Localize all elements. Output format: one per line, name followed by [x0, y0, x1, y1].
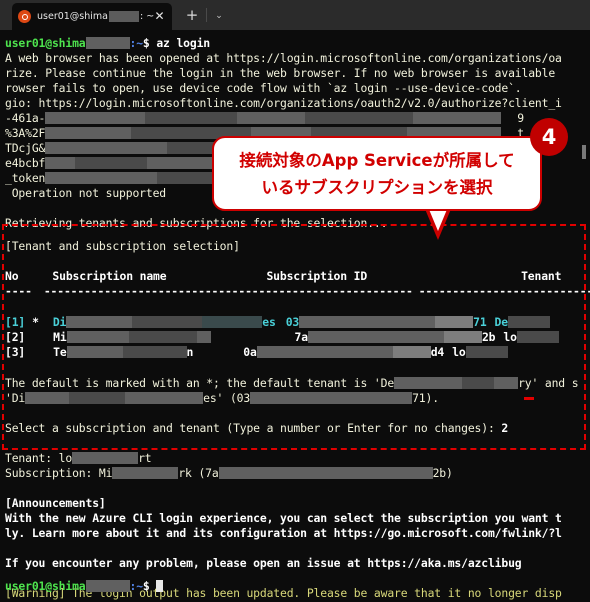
- row-id-suffix: 2b: [481, 330, 496, 344]
- prompt-dollar: $: [142, 579, 157, 593]
- output-line: Operation not supported: [5, 186, 166, 200]
- redacted-block: [109, 11, 139, 22]
- prompt-line-command: user01@shima :~$ az login: [5, 36, 210, 51]
- line-prefix: TDcjG&: [5, 141, 46, 155]
- answer-underline: [524, 397, 534, 400]
- command-text: az login: [156, 36, 211, 50]
- row-no: [2]: [5, 330, 26, 344]
- new-tab-icon[interactable]: +: [184, 7, 200, 23]
- terminal-tab[interactable]: user01@shima: ~ ✕: [12, 3, 172, 30]
- row-name-suffix: n: [186, 345, 194, 359]
- table-header-subscription-name: Subscription name: [52, 269, 167, 283]
- announcements-line: ly. Learn more about it and its configur…: [5, 526, 562, 540]
- announcements-header: [Announcements]: [5, 496, 106, 510]
- close-icon[interactable]: ✕: [153, 10, 166, 23]
- default-note-line2: 'Di es' (03 71).: [5, 391, 439, 406]
- terminal-output[interactable]: user01@shima:~$ az login A web browser h…: [0, 30, 590, 602]
- result-subscription-label: Subscription: Mi: [5, 466, 113, 480]
- output-line: rowser fails to open, use device code fl…: [5, 81, 522, 95]
- default-note-part4: es' (03: [203, 391, 251, 405]
- ubuntu-logo-icon: [18, 10, 31, 23]
- default-note-part3: 'Di: [5, 391, 26, 405]
- table-header-rule: ---- ------------------------------------…: [5, 284, 590, 298]
- result-subscription-mid: rk (7a: [178, 466, 219, 480]
- table-row[interactable]: [2] Mi 7a 2b lo: [5, 330, 559, 345]
- table-header-subscription-id: Subscription ID: [266, 269, 368, 283]
- output-line: rize. Please continue the login in the w…: [5, 66, 556, 80]
- result-tenant-suffix: rt: [138, 451, 152, 465]
- callout-line-1: 接続対象のApp Serviceが所属して: [239, 150, 515, 170]
- default-note-part2: ry' and s: [518, 376, 579, 390]
- prompt-line-final: user01@shima :~$: [5, 579, 164, 594]
- output-line: A web browser has been opened at https:/…: [5, 51, 562, 65]
- prompt-user: user01@shima: [5, 579, 86, 593]
- output-line: Retrieving tenants and subscriptions for…: [5, 216, 388, 230]
- result-subscription-suffix: 2b): [432, 466, 453, 480]
- chevron-down-icon[interactable]: ⌄: [212, 9, 226, 23]
- row-id-suffix: 71: [473, 315, 487, 329]
- row-name-prefix: Te: [53, 345, 67, 359]
- line-prefix: %3A%2F: [5, 126, 46, 140]
- line-prefix: e4bcbf: [5, 156, 46, 170]
- announcements-line: If you encounter any problem, please ope…: [5, 556, 522, 570]
- table-row[interactable]: [3] Te n 0a d4 lo: [5, 345, 508, 360]
- row-id-suffix: d4: [430, 345, 445, 359]
- selection-header: [Tenant and subscription selection]: [5, 239, 240, 253]
- row-no: [1]: [5, 315, 26, 329]
- result-tenant-line: Tenant: lo rt: [5, 451, 152, 466]
- table-header-tenant: Tenant: [521, 269, 562, 283]
- result-subscription-line: Subscription: Mi rk (7a 2b): [5, 466, 453, 481]
- row-tenant-prefix: lo: [452, 345, 466, 359]
- line-prefix: _token: [5, 171, 46, 185]
- tab-title: user01@shima: ~: [37, 11, 154, 22]
- default-note-line1: The default is marked with an *; the def…: [5, 376, 579, 391]
- row-id-prefix: 03: [285, 315, 300, 329]
- select-prompt-line: Select a subscription and tenant (Type a…: [5, 421, 508, 436]
- output-line-redacted: -461a- 9: [5, 111, 524, 126]
- annotation-callout: 接続対象のApp Serviceが所属して いるサブスクリプションを選択: [212, 136, 542, 211]
- callout-line-2: いるサブスクリプションを選択: [261, 177, 493, 197]
- row-no: [3]: [5, 345, 26, 359]
- row-tenant-prefix: De: [494, 315, 509, 329]
- default-note-part1: The default is marked with an *; the def…: [5, 376, 395, 390]
- prompt-user: user01@shima: [5, 36, 86, 50]
- row-id-prefix: 0a: [243, 345, 257, 359]
- default-note-part5: 71).: [412, 391, 439, 405]
- select-prompt-answer: 2: [501, 421, 509, 435]
- announcements-line: With the new Azure CLI login experience,…: [5, 511, 562, 525]
- title-bar: user01@shima: ~ ✕ + ⌄: [0, 0, 590, 30]
- terminal-window: user01@shima: ~ ✕ + ⌄ user01@shima:~$ az…: [0, 0, 590, 602]
- line-tail: 9: [517, 111, 524, 125]
- line-prefix: -461a-: [5, 111, 46, 125]
- row-name-prefix: Di: [52, 315, 67, 329]
- table-header-no: No: [5, 269, 19, 283]
- step-number: 4: [541, 124, 557, 149]
- select-prompt-text: Select a subscription and tenant (Type a…: [5, 421, 502, 435]
- toolbar-divider: [206, 8, 207, 22]
- row-default-mark: *: [32, 315, 39, 329]
- output-line: gio: https://login.microsoftonline.com/o…: [5, 96, 562, 110]
- table-header-row: No Subscription name Subscription ID Tenant: [5, 269, 561, 284]
- row-name-suffix: es: [262, 315, 276, 329]
- prompt-dollar: $: [142, 36, 157, 50]
- row-id-prefix: 7a: [294, 330, 309, 344]
- prompt-path: :~: [129, 579, 144, 593]
- prompt-path: :~: [129, 36, 144, 50]
- step-number-badge: 4: [530, 118, 568, 156]
- table-row[interactable]: [1] * Di es 03 71 De: [5, 315, 550, 330]
- row-name-prefix: Mi: [53, 330, 67, 344]
- text-cursor: [156, 580, 164, 592]
- result-tenant-label: Tenant: lo: [5, 451, 73, 465]
- tab-title-prefix: user01@shima: [37, 11, 108, 22]
- row-tenant-prefix: lo: [503, 330, 517, 344]
- scrollbar-thumb[interactable]: [582, 145, 586, 159]
